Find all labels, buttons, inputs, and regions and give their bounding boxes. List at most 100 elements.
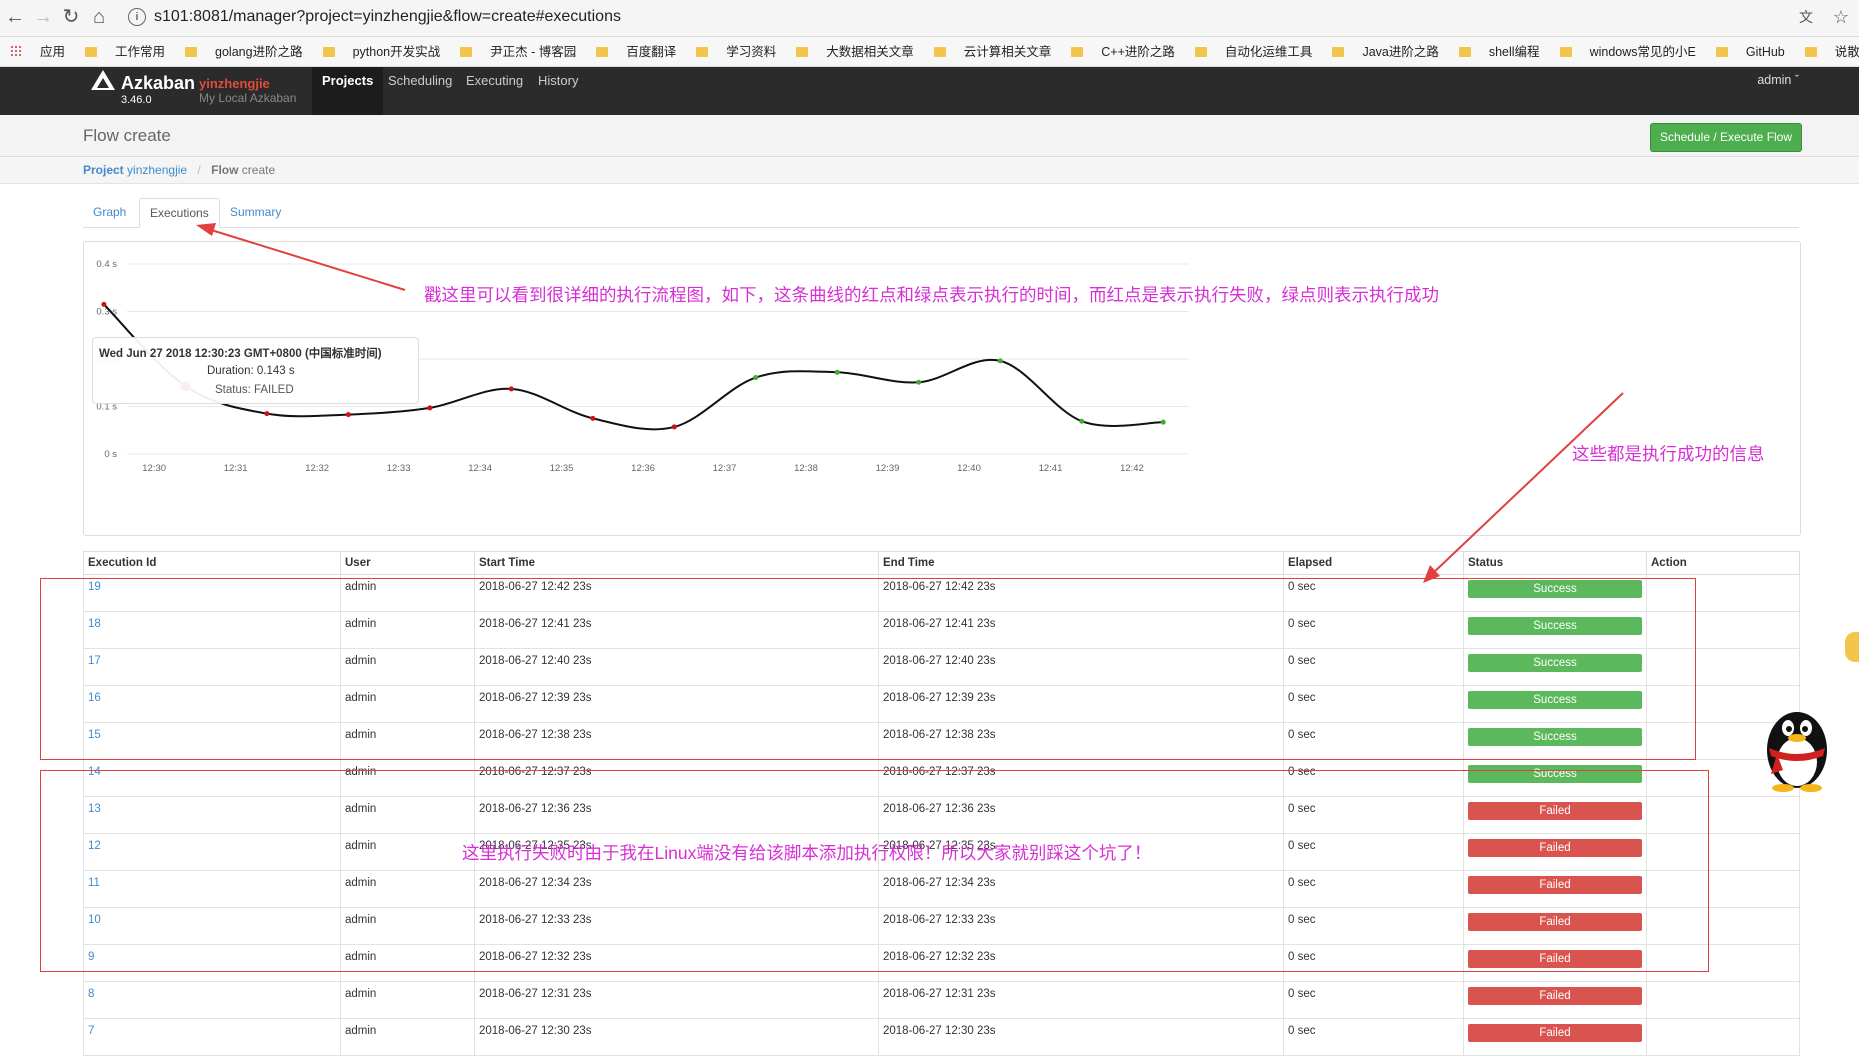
bookmark-label: 学习资料 (726, 45, 777, 59)
failed-point (101, 301, 107, 307)
tab-graph[interactable]: Graph (83, 198, 136, 226)
cell-status: Failed (1463, 981, 1647, 1019)
success-point (916, 379, 922, 385)
bookmark-item[interactable]: 尹正杰 - 博客园 (460, 37, 577, 66)
x-tick-label: 12:31 (224, 463, 248, 474)
tooltip-status: Status: FAILED (215, 384, 294, 396)
home-icon[interactable]: ⌂ (88, 6, 110, 28)
breadcrumb-current-name: create (241, 163, 276, 177)
reload-icon[interactable]: ↻ (60, 6, 82, 28)
folder-icon (1458, 47, 1471, 57)
success-point (997, 358, 1003, 364)
nav-projects[interactable]: Projects (312, 67, 384, 115)
exec-id-link[interactable]: 7 (83, 1018, 341, 1056)
col-user[interactable]: User (340, 551, 475, 575)
x-tick-label: 12:37 (713, 463, 737, 474)
cell-action[interactable] (1646, 981, 1800, 1019)
folder-icon (696, 47, 709, 57)
bookmark-item[interactable]: shell编程 (1458, 37, 1540, 66)
table-header-row: Execution Id User Start Time End Time El… (83, 551, 1800, 575)
info-icon[interactable]: i (128, 7, 146, 26)
translate-icon[interactable]: 文 (1795, 6, 1817, 28)
schedule-execute-button[interactable]: Schedule / Execute Flow (1650, 123, 1802, 152)
x-tick-label: 12:30 (142, 463, 166, 474)
azkaban-logo-icon[interactable] (90, 69, 116, 91)
annotation-chart-note: 戳这里可以看到很详细的执行流程图，如下，这条曲线的红点和绿点表示执行的时间，而红… (424, 285, 1439, 305)
cell-start-time: 2018-06-27 12:31 23s (474, 981, 879, 1019)
bookmark-item[interactable]: windows常见的小E (1559, 37, 1696, 66)
bookmark-item[interactable]: 自动化运维工具 (1194, 37, 1313, 66)
bookmark-item[interactable]: 百度翻译 (596, 37, 676, 66)
exec-id-link[interactable]: 8 (83, 981, 341, 1019)
annotation-success-note: 这些都是执行成功的信息 (1572, 444, 1765, 464)
nav-executing[interactable]: Executing (456, 67, 533, 115)
bookmark-item[interactable]: golang进阶之路 (185, 37, 303, 66)
user-menu[interactable]: admin ˇ (1757, 73, 1799, 87)
table-row: 7 admin 2018-06-27 12:30 23s 2018-06-27 12:… (83, 1018, 1800, 1056)
bookmark-item[interactable]: 学习资料 (696, 37, 777, 66)
bookmark-label: 应用 (40, 45, 66, 59)
nav-scheduling[interactable]: Scheduling (378, 67, 462, 115)
tooltip-duration: Duration: 0.143 s (207, 365, 295, 377)
success-point (753, 375, 759, 381)
bookmark-label: 尹正杰 - 博客园 (490, 45, 577, 59)
back-icon[interactable]: ← (4, 6, 26, 28)
x-tick-label: 12:42 (1120, 463, 1144, 474)
tab-executions[interactable]: Executions (139, 198, 220, 228)
col-end-time[interactable]: End Time (878, 551, 1284, 575)
url-field[interactable]: i s101:8081/manager?project=yinzhengjie&f… (128, 4, 1778, 30)
bookmark-label: Java进阶之路 (1362, 45, 1439, 59)
breadcrumb-current-label: Flow (211, 163, 239, 177)
success-point (1079, 418, 1085, 424)
breadcrumb-project[interactable]: Project yinzhengjie (83, 163, 187, 177)
col-execution-id[interactable]: Execution Id (83, 551, 341, 575)
browser-address-bar: ← → ↻ ⌂ i s101:8081/manager?project=yinzh… (0, 0, 1859, 37)
qq-penguin-icon[interactable] (1755, 704, 1839, 792)
col-start-time[interactable]: Start Time (474, 551, 879, 575)
brand-subtitle: My Local Azkaban (199, 91, 297, 105)
folder-icon (1804, 47, 1817, 57)
annotation-failed-note: 这里执行失败时由于我在Linux端没有给该脚本添加执行权限！所以大家就别踩这个坑… (462, 843, 1152, 863)
col-status[interactable]: Status (1463, 551, 1647, 575)
bookmark-label: 说散就散_搜索 QQ音 (1834, 45, 1859, 59)
tab-summary[interactable]: Summary (220, 198, 291, 226)
cell-user: admin (340, 1018, 475, 1056)
bookmark-item[interactable]: 大数据相关文章 (796, 37, 914, 66)
bookmark-label: 自动化运维工具 (1224, 45, 1313, 59)
bookmark-item[interactable]: Java进阶之路 (1332, 37, 1439, 66)
cell-elapsed: 0 sec (1283, 981, 1464, 1019)
col-elapsed[interactable]: Elapsed (1283, 551, 1464, 575)
cell-end-time: 2018-06-27 12:30 23s (878, 1018, 1284, 1056)
bookmark-item[interactable]: GitHub (1715, 37, 1785, 66)
bookmark-item[interactable]: C++进阶之路 (1071, 37, 1175, 66)
side-widget-icon[interactable] (1845, 632, 1859, 662)
folder-icon (460, 47, 473, 57)
url-text: s101:8081/manager?project=yinzhengjie&fl… (154, 8, 621, 25)
col-action[interactable]: Action (1646, 551, 1800, 575)
star-icon[interactable]: ☆ (1830, 6, 1852, 28)
x-tick-label: 12:39 (876, 463, 900, 474)
cell-action[interactable] (1646, 1018, 1800, 1056)
bookmark-item[interactable]: 工作常用 (85, 37, 165, 66)
chart-tooltip: Wed Jun 27 2018 12:30:23 GMT+0800 (中国标准时… (92, 337, 419, 404)
forward-icon[interactable]: → (32, 6, 54, 28)
failed-point (671, 424, 677, 430)
bookmark-item[interactable]: 说散就散_搜索 QQ音 (1804, 37, 1859, 66)
success-point (834, 369, 840, 375)
bookmark-item[interactable]: python开发实战 (322, 37, 441, 66)
page-title: Flow create (83, 126, 171, 145)
bookmark-label: python开发实战 (352, 45, 441, 59)
nav-history[interactable]: History (528, 67, 588, 115)
failed-point (264, 411, 270, 417)
bookmark-item[interactable]: 云计算相关文章 (933, 37, 1052, 66)
apps-grid-icon (10, 45, 22, 57)
breadcrumb-current: Flow create (211, 163, 275, 177)
status-badge: Failed (1468, 1024, 1642, 1042)
failed-point (508, 386, 514, 392)
brand-name[interactable]: Azkaban (121, 73, 195, 94)
bookmark-label: 云计算相关文章 (963, 45, 1052, 59)
folder-icon (933, 47, 946, 57)
bookmark-item[interactable]: 应用 (10, 37, 66, 66)
cell-status: Failed (1463, 1018, 1647, 1056)
success-highlight-box (40, 578, 1696, 760)
